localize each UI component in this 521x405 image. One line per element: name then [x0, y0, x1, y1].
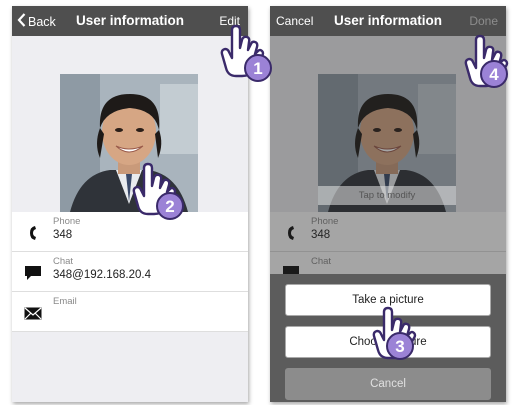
email-label: Email — [53, 296, 77, 307]
phone-label: Phone — [53, 216, 81, 227]
phone-icon — [24, 224, 42, 242]
step-1-number: 1 — [253, 59, 262, 78]
phone-value: 348 — [53, 229, 73, 241]
envelope-icon — [24, 304, 42, 322]
contact-row-email[interactable]: Email — [12, 292, 248, 332]
step-4-number: 4 — [489, 65, 499, 84]
step-3-pointer-icon: 3 — [370, 306, 432, 368]
step-4-pointer-icon: 4 — [462, 34, 521, 96]
contact-row-chat[interactable]: Chat 348@192.168.20.4 — [12, 252, 248, 292]
step-2-number: 2 — [165, 197, 174, 216]
done-button[interactable]: Done — [469, 14, 498, 28]
navigation-bar: Cancel User information Done — [270, 6, 506, 36]
step-1-pointer-icon: 1 — [218, 24, 280, 86]
sheet-cancel-button[interactable]: Cancel — [285, 368, 491, 400]
chat-label: Chat — [53, 256, 74, 267]
step-3-number: 3 — [395, 337, 404, 356]
screen-title: User information — [75, 13, 184, 28]
chat-value: 348@192.168.20.4 — [53, 269, 152, 281]
contact-info-list: Phone 348 Chat 348@192.168.20.4 Email — [12, 212, 248, 332]
navigation-bar: Back User information Edit — [12, 6, 248, 36]
chat-icon — [24, 264, 42, 282]
tap-to-modify-hint[interactable]: Tap to modify — [318, 186, 456, 205]
step-2-pointer-icon: 2 — [130, 162, 192, 224]
